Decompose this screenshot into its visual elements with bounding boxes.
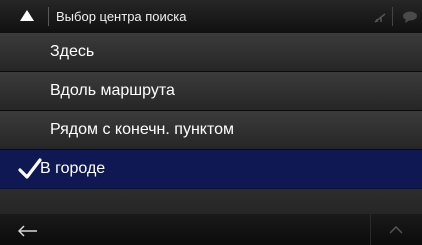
header-divider <box>48 7 49 26</box>
back-button[interactable] <box>18 220 52 240</box>
option-label: Рядом с конечн. пунктом <box>50 121 234 138</box>
message-icon <box>403 11 417 23</box>
option-along-route[interactable]: Вдоль маршрута <box>0 72 422 111</box>
back-arrow-icon <box>18 225 37 237</box>
signal-icon <box>374 13 386 23</box>
option-list: Здесь Вдоль маршрута Рядом с конечн. пун… <box>0 33 422 189</box>
status-area <box>362 0 422 33</box>
header-bar: Выбор центра поиска <box>0 0 422 33</box>
option-in-city[interactable]: В городе <box>0 150 422 189</box>
option-label: Вдоль маршрута <box>50 82 175 99</box>
chevron-up-icon <box>389 226 403 234</box>
option-near-destination[interactable]: Рядом с конечн. пунктом <box>0 111 422 150</box>
scroll-up-button[interactable] <box>370 214 422 245</box>
option-label: В городе <box>40 160 106 177</box>
footer-bar <box>0 214 422 245</box>
list-empty-area <box>0 189 422 214</box>
page-title: Выбор центра поиска <box>56 9 187 24</box>
option-label: Здесь <box>50 43 95 60</box>
option-here[interactable]: Здесь <box>0 33 422 72</box>
up-button[interactable] <box>0 0 48 33</box>
checkmark-icon <box>18 158 42 179</box>
triangle-up-icon <box>20 10 34 21</box>
status-divider <box>392 7 393 26</box>
